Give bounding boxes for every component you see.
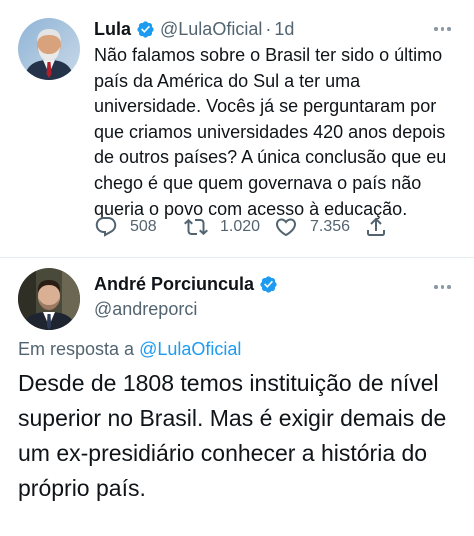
tweet-text: Desde de 1808 temos instituição de nível… bbox=[18, 370, 447, 501]
replying-to: Em resposta a @LulaOficial bbox=[18, 339, 241, 360]
tweet-text: Não falamos sobre o Brasil ter sido o úl… bbox=[94, 45, 447, 219]
more-options-icon[interactable] bbox=[434, 285, 451, 289]
tweet-time[interactable]: 1d bbox=[274, 19, 294, 40]
author-name[interactable]: Lula bbox=[94, 19, 131, 40]
tweet-lula[interactable]: Lula @LulaOficial · 1d Não falamos sobre… bbox=[0, 0, 474, 258]
retweet-button[interactable]: 1.020 bbox=[184, 215, 274, 239]
share-icon bbox=[367, 217, 385, 236]
replying-mention-link[interactable]: @LulaOficial bbox=[139, 339, 241, 359]
more-options-icon[interactable] bbox=[434, 27, 451, 31]
tweet-actions: 508 1.020 7.356 bbox=[94, 214, 388, 240]
heart-icon bbox=[275, 218, 297, 237]
like-count: 7.356 bbox=[310, 218, 351, 235]
avatar-andre-image bbox=[18, 268, 80, 330]
avatar-andre[interactable] bbox=[18, 268, 80, 330]
tweet-divider bbox=[0, 257, 474, 258]
reply-count: 508 bbox=[130, 218, 157, 235]
share-button[interactable] bbox=[364, 215, 388, 239]
reply-icon bbox=[95, 217, 117, 237]
like-button[interactable]: 7.356 bbox=[274, 215, 364, 239]
separator-dot: · bbox=[265, 18, 272, 39]
author-handle[interactable]: @LulaOficial bbox=[160, 19, 262, 40]
verified-badge-icon bbox=[259, 275, 278, 294]
author-handle[interactable]: @andreporci bbox=[94, 299, 197, 320]
retweet-icon bbox=[184, 218, 208, 236]
verified-badge-icon bbox=[136, 20, 155, 39]
retweet-count: 1.020 bbox=[220, 218, 261, 235]
tweet-header: Lula @LulaOficial · 1d bbox=[94, 16, 294, 42]
reply-button[interactable]: 508 bbox=[94, 215, 184, 239]
avatar-lula-image bbox=[18, 18, 80, 80]
avatar-lula[interactable] bbox=[18, 18, 80, 80]
tweet2-header: André Porciuncula bbox=[94, 274, 278, 295]
replying-prefix: Em resposta a bbox=[18, 339, 135, 359]
author-name[interactable]: André Porciuncula bbox=[94, 274, 254, 295]
